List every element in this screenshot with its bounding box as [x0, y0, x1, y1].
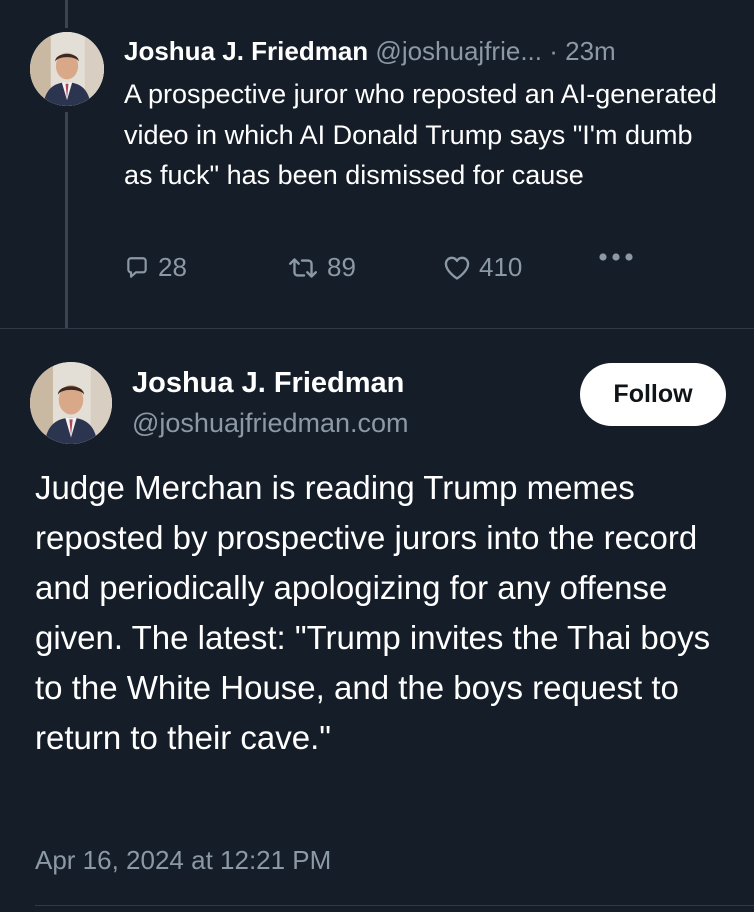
- repost-button[interactable]: 89: [287, 252, 356, 283]
- post-divider: [0, 328, 754, 329]
- heart-icon: [444, 256, 470, 280]
- author-handle[interactable]: @joshuajfrie...: [375, 36, 542, 66]
- thread-line-top: [65, 0, 68, 28]
- avatar[interactable]: [30, 32, 104, 106]
- author-handle[interactable]: @joshuajfriedman.com: [132, 405, 409, 441]
- like-button[interactable]: 410: [443, 252, 522, 283]
- repost-count: 89: [327, 252, 356, 282]
- more-icon: [599, 253, 633, 261]
- reply-header: Joshua J. Friedman @joshuajfrie... · 23m: [124, 33, 616, 69]
- post-time[interactable]: 23m: [565, 36, 616, 66]
- more-options-button[interactable]: [598, 252, 642, 262]
- reply-icon: [127, 256, 147, 278]
- repost-icon: [289, 257, 317, 278]
- like-count: 410: [479, 252, 523, 282]
- post-timestamp[interactable]: Apr 16, 2024 at 12:21 PM: [35, 842, 331, 878]
- main-post-text: Judge Merchan is reading Trump memes rep…: [35, 469, 711, 756]
- thread-line-bottom: [65, 112, 68, 328]
- reply-button[interactable]: 28: [124, 252, 187, 283]
- avatar[interactable]: [30, 362, 112, 444]
- author-name[interactable]: Joshua J. Friedman: [124, 36, 368, 66]
- avatar-photo: [30, 32, 104, 106]
- bottom-divider: [35, 905, 754, 906]
- separator-dot: ·: [549, 36, 558, 66]
- author-name[interactable]: Joshua J. Friedman: [132, 364, 404, 402]
- follow-button[interactable]: Follow: [580, 363, 726, 426]
- reply-post-text: A prospective juror who reposted an AI-g…: [124, 79, 717, 190]
- avatar-photo: [30, 362, 112, 444]
- reply-count: 28: [158, 252, 187, 282]
